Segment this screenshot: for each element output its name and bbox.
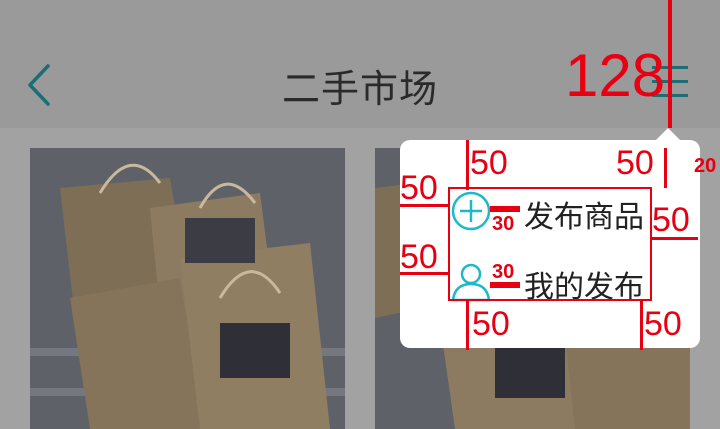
spacing-label: 50 bbox=[470, 144, 508, 182]
gap-line bbox=[466, 140, 469, 190]
header-height-line bbox=[668, 0, 672, 128]
spacing-label: 50 bbox=[644, 305, 682, 343]
gap-line bbox=[664, 148, 667, 188]
spacing-label: 50 bbox=[472, 305, 510, 343]
spacing-label: 50 bbox=[400, 238, 438, 276]
spacing-label: 30 bbox=[492, 261, 515, 283]
spacing-label: 20 bbox=[694, 155, 717, 177]
spacing-label: 50 bbox=[652, 201, 690, 239]
gap-line bbox=[466, 300, 469, 350]
content-bounds bbox=[448, 187, 652, 301]
spacing-label: 50 bbox=[616, 144, 654, 182]
popup-arrow bbox=[656, 128, 680, 140]
spacing-label: 50 bbox=[400, 169, 438, 207]
header-height-label: 128 bbox=[565, 42, 666, 109]
gap-line bbox=[490, 206, 520, 212]
product-image[interactable] bbox=[30, 148, 345, 429]
gap-line bbox=[640, 300, 643, 350]
spacing-label: 30 bbox=[492, 213, 515, 235]
